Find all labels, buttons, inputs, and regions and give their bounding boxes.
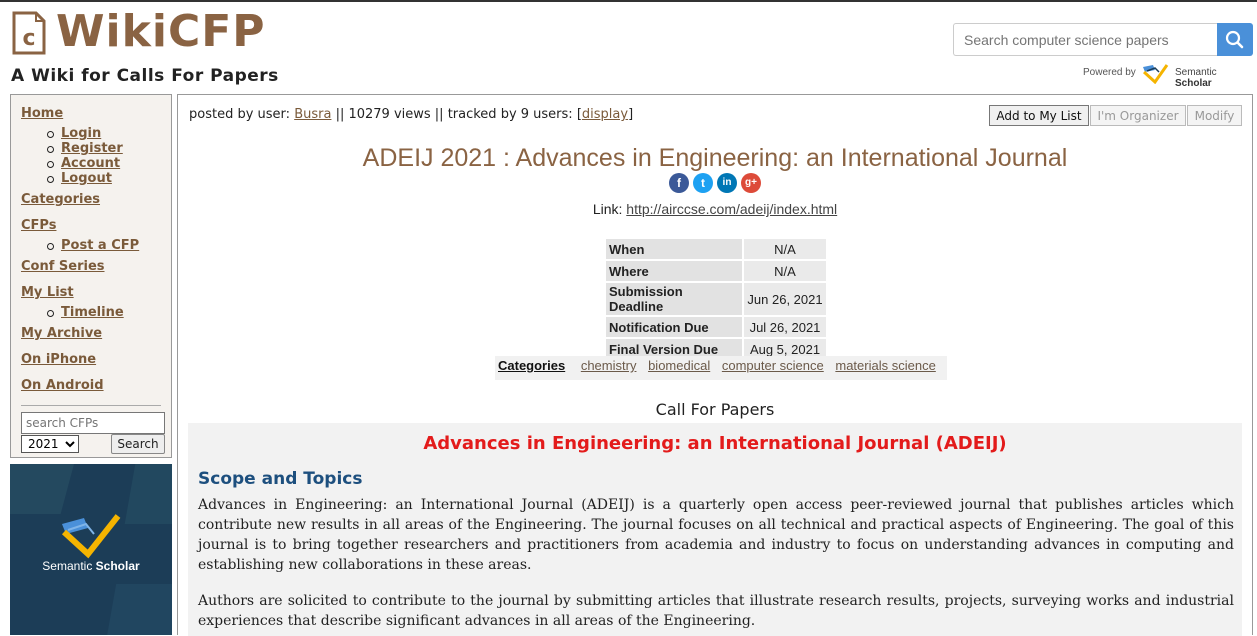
category-link[interactable]: materials science [835,358,935,373]
bullet [47,131,54,138]
nav-on-android[interactable]: On Android [21,378,104,393]
ad-brand-name: Semantic Scholar [42,559,140,573]
cfp-title: Advances in Engineering: an Internationa… [423,433,1007,454]
event-title: ADEIJ 2021 : Advances in Engineering: an… [362,144,1068,172]
info-row: When N/A [606,239,826,259]
nav-account[interactable]: Account [61,156,120,171]
logo-text: WikiCFP [56,6,266,57]
bullet [47,310,54,317]
info-row: Where N/A [606,261,826,281]
svg-text:c: c [22,26,35,51]
top-border [0,0,1257,2]
nav-cfps[interactable]: CFPs [21,218,56,233]
nav-conf-series[interactable]: Conf Series [21,259,105,274]
info-key: Notification Due [606,317,742,337]
nav-my-list[interactable]: My List [21,285,74,300]
main-content: posted by user: Busra || 10279 views || … [177,94,1253,636]
event-link[interactable]: http://airccse.com/adeij/index.html [626,201,837,217]
scope-heading: Scope and Topics [198,469,363,489]
cfp-body: Advances in Engineering: an Internationa… [188,423,1242,636]
info-value: N/A [744,239,826,259]
category-link[interactable]: computer science [722,358,824,373]
display-trackers-link[interactable]: display [582,107,628,122]
info-key: When [606,239,742,259]
cfp-search-button[interactable]: Search [111,434,165,454]
info-row: Submission Deadline Jun 26, 2021 [606,283,826,315]
share-buttons: f t in g+ [669,173,761,195]
info-key: Where [606,261,742,281]
document-c-icon: c [12,11,46,55]
ad-shape [10,464,80,514]
search-icon [1225,30,1244,49]
modify-button[interactable]: Modify [1187,105,1242,126]
divider [21,405,161,406]
ad-shape [124,464,172,524]
linkedin-icon[interactable]: in [717,173,737,193]
nav-login[interactable]: Login [61,126,101,141]
paper-search-button[interactable] [1217,23,1253,56]
event-info-table: When N/A Where N/A Submission Deadline Jun 26… [604,237,828,361]
user-link[interactable]: Busra [294,107,331,122]
cfp-paragraph: Advances in Engineering: an Internationa… [198,497,1234,573]
nav-timeline[interactable]: Timeline [61,305,124,320]
categories-label[interactable]: Categories [498,358,565,373]
facebook-icon[interactable]: f [669,173,689,193]
info-key: Submission Deadline [606,283,742,315]
cfp-search-input[interactable] [21,412,165,434]
info-value: Jul 26, 2021 [744,317,826,337]
cfp-paragraph: Authors are solicited to contribute to t… [198,593,1234,629]
categories-bar: Categories chemistry biomedical computer… [495,356,947,380]
twitter-icon[interactable]: t [693,173,713,193]
semantic-scholar-logo-icon [61,514,121,559]
nav-my-archive[interactable]: My Archive [21,326,102,341]
bullet [47,243,54,250]
info-value: N/A [744,261,826,281]
call-for-papers-heading: Call For Papers [655,400,775,419]
semantic-scholar-name: Semantic Scholar [1175,67,1217,89]
info-row: Notification Due Jul 26, 2021 [606,317,826,337]
category-link[interactable]: chemistry [581,358,637,373]
semantic-scholar-icon [1142,64,1169,84]
ad-shape [103,584,172,635]
nav-register[interactable]: Register [61,141,123,156]
info-value: Jun 26, 2021 [744,283,826,315]
left-sidebar: Home Login Register Account Logout Categ… [10,94,172,458]
paper-search [953,23,1253,58]
bullet [47,146,54,153]
add-to-my-list-button[interactable]: Add to My List [989,105,1089,126]
nav-post-cfp[interactable]: Post a CFP [61,238,139,253]
category-link[interactable]: biomedical [648,358,710,373]
semantic-scholar-ad[interactable]: Semantic Scholar [10,464,172,635]
paper-search-input[interactable] [953,23,1217,56]
nav-home[interactable]: Home [21,106,63,121]
tagline: A Wiki for Calls For Papers [11,66,279,86]
posted-by-line: posted by user: Busra || 10279 views || … [189,107,634,122]
im-organizer-button[interactable]: I'm Organizer [1090,105,1186,126]
nav-categories[interactable]: Categories [21,192,100,207]
nav-on-iphone[interactable]: On iPhone [21,352,96,367]
powered-by-label: Powered by [1083,67,1136,78]
bullet [47,176,54,183]
bullet [47,161,54,168]
powered-by-semantic-scholar[interactable]: Powered by Semantic Scholar [1083,62,1255,89]
event-link-line: Link: http://airccse.com/adeij/index.htm… [592,201,838,217]
site-logo[interactable]: c WikiCFP [10,6,270,60]
nav-logout[interactable]: Logout [61,171,112,186]
google-plus-icon[interactable]: g+ [741,173,761,193]
year-select[interactable]: 2021 [21,435,79,453]
